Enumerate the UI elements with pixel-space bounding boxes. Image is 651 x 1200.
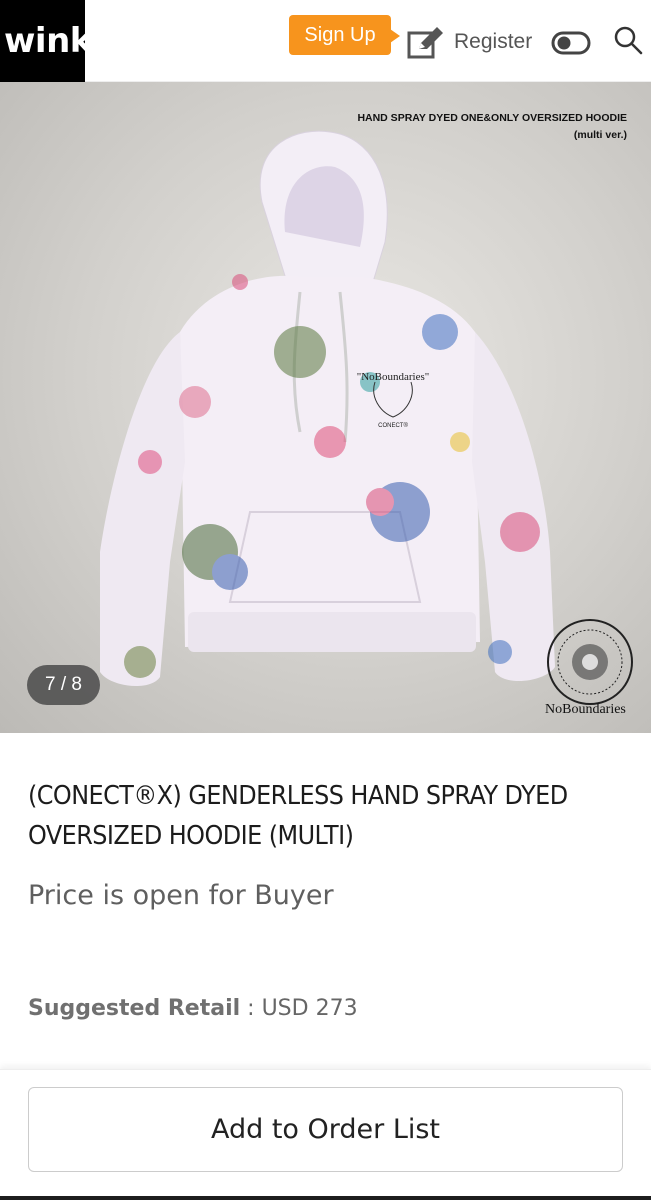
product-title: (CONECT®X) GENDERLESS HAND SPRAY DYED OV… <box>28 781 568 851</box>
bottom-edge <box>0 1196 651 1200</box>
register-edit-icon[interactable] <box>407 25 445 61</box>
price-note: Price is open for Buyer <box>28 880 334 911</box>
suggested-retail-value: USD 273 <box>261 996 358 1021</box>
register-link[interactable]: Register <box>454 30 532 54</box>
retail-separator: : <box>240 996 262 1021</box>
product-image-gallery[interactable]: HAND SPRAY DYED ONE&ONLY OVERSIZED HOODI… <box>0 82 651 733</box>
toggle-icon[interactable] <box>551 30 591 56</box>
top-header: wink Sign Up Register <box>0 0 651 82</box>
sign-up-button[interactable]: Sign Up <box>289 15 400 55</box>
chest-print-text: "NoBoundaries" <box>357 371 430 383</box>
search-icon[interactable] <box>612 24 644 56</box>
brand-seal-label: NoBoundaries <box>545 702 626 717</box>
image-counter: 7 / 8 <box>27 665 100 705</box>
chest-print-sub: CONECT® <box>378 422 408 429</box>
suggested-retail: Suggested Retail : USD 273 <box>28 996 358 1021</box>
wink-logo[interactable]: wink <box>0 0 92 82</box>
suggested-retail-label: Suggested Retail <box>28 996 241 1021</box>
add-to-order-list-button[interactable]: Add to Order List <box>28 1087 623 1172</box>
